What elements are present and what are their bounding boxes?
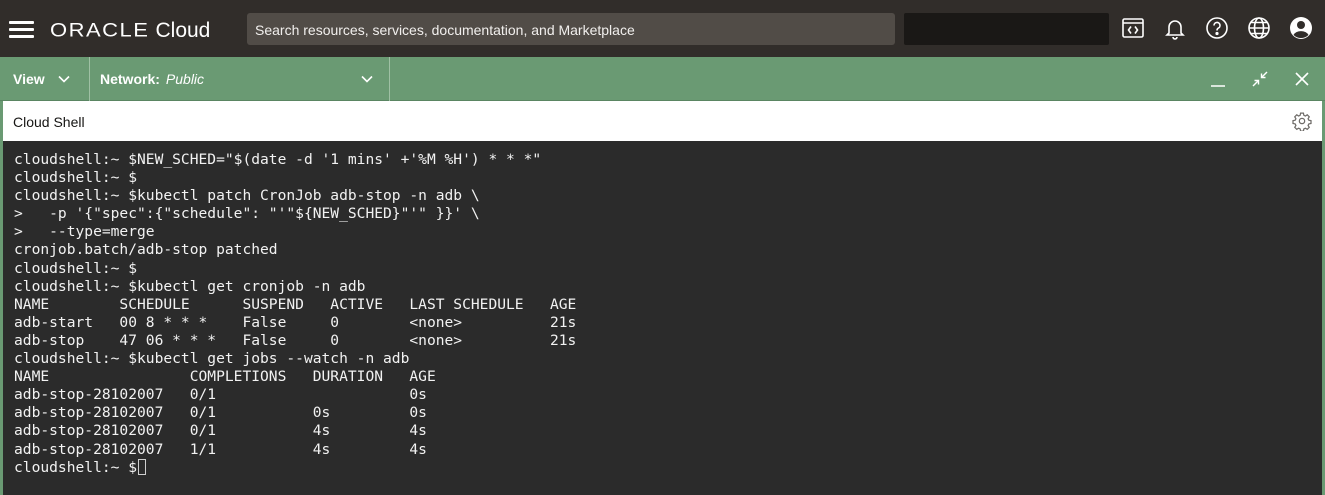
settings-gear-icon[interactable] [1292, 111, 1312, 131]
terminal-line: NAME COMPLETIONS DURATION AGE [14, 368, 436, 386]
brand-name: ORACLE [50, 18, 150, 41]
terminal-line: cloudshell:~ $kubectl get cronjob -n adb [14, 277, 366, 295]
terminal-prompt: cloudshell:~ $ [14, 458, 138, 476]
terminal-line: adb-stop-28102007 1/1 4s 4s [14, 440, 427, 458]
terminal-prompt-line[interactable]: cloudshell:~ $ [14, 458, 1322, 477]
help-icon[interactable] [1203, 14, 1231, 42]
terminal-line: adb-stop 47 06 * * * False 0 <none> 21s [14, 331, 577, 349]
cloud-shell-title-bar: Cloud Shell [3, 101, 1322, 141]
region-selector[interactable] [904, 13, 1109, 45]
terminal-line: adb-stop-28102007 0/1 4s 4s [14, 422, 427, 440]
terminal-line: adb-stop-28102007 0/1 0s [14, 386, 427, 404]
terminal-output[interactable]: cloudshell:~ $NEW_SCHED="$(date -d '1 mi… [3, 141, 1322, 495]
panel-title: Cloud Shell [13, 114, 85, 130]
network-dropdown[interactable]: Network: Public [90, 57, 390, 101]
chevron-down-icon [361, 75, 373, 83]
terminal-line: cloudshell:~ $NEW_SCHED="$(date -d '1 mi… [14, 151, 542, 168]
terminal-line: > -p '{"spec":{"schedule": "'"${NEW_SCHE… [14, 205, 480, 223]
top-navigation-bar: ORACLE Cloud Search resources, services,… [0, 0, 1325, 57]
terminal-line: cronjob.batch/adb-stop patched [14, 241, 278, 259]
bell-icon[interactable] [1161, 14, 1189, 42]
terminal-line: cloudshell:~ $kubectl patch CronJob adb-… [14, 187, 480, 205]
view-label: View [13, 71, 45, 87]
view-dropdown[interactable]: View [0, 57, 90, 101]
globe-icon[interactable] [1245, 14, 1273, 42]
close-icon[interactable] [1288, 65, 1316, 93]
network-label: Network: [100, 71, 160, 87]
cloud-shell-toolbar: View Network: Public [0, 57, 1325, 101]
terminal-line: NAME SCHEDULE SUSPEND ACTIVE LAST SCHEDU… [14, 295, 577, 313]
search-placeholder: Search resources, services, documentatio… [255, 22, 635, 38]
user-avatar-icon[interactable] [1287, 14, 1315, 42]
code-editor-icon[interactable] [1119, 14, 1147, 42]
hamburger-menu-icon[interactable] [9, 19, 34, 39]
search-input[interactable]: Search resources, services, documentatio… [247, 13, 895, 45]
terminal-line: adb-stop-28102007 0/1 0s 0s [14, 404, 427, 422]
restore-icon[interactable] [1246, 65, 1274, 93]
terminal-line: cloudshell:~ $ [14, 259, 138, 277]
terminal-line: cloudshell:~ $ [14, 169, 138, 187]
terminal-line: > --type=merge [14, 223, 155, 241]
product-name: Cloud [155, 19, 211, 42]
terminal-cursor [138, 458, 147, 475]
terminal-line: adb-start 00 8 * * * False 0 <none> 21s [14, 313, 577, 331]
oracle-cloud-logo[interactable]: ORACLE Cloud [50, 17, 210, 43]
terminal-line: cloudshell:~ $kubectl get jobs --watch -… [14, 350, 410, 368]
network-value: Public [165, 71, 205, 87]
chevron-down-icon [58, 75, 70, 83]
minimize-icon[interactable] [1204, 65, 1232, 93]
